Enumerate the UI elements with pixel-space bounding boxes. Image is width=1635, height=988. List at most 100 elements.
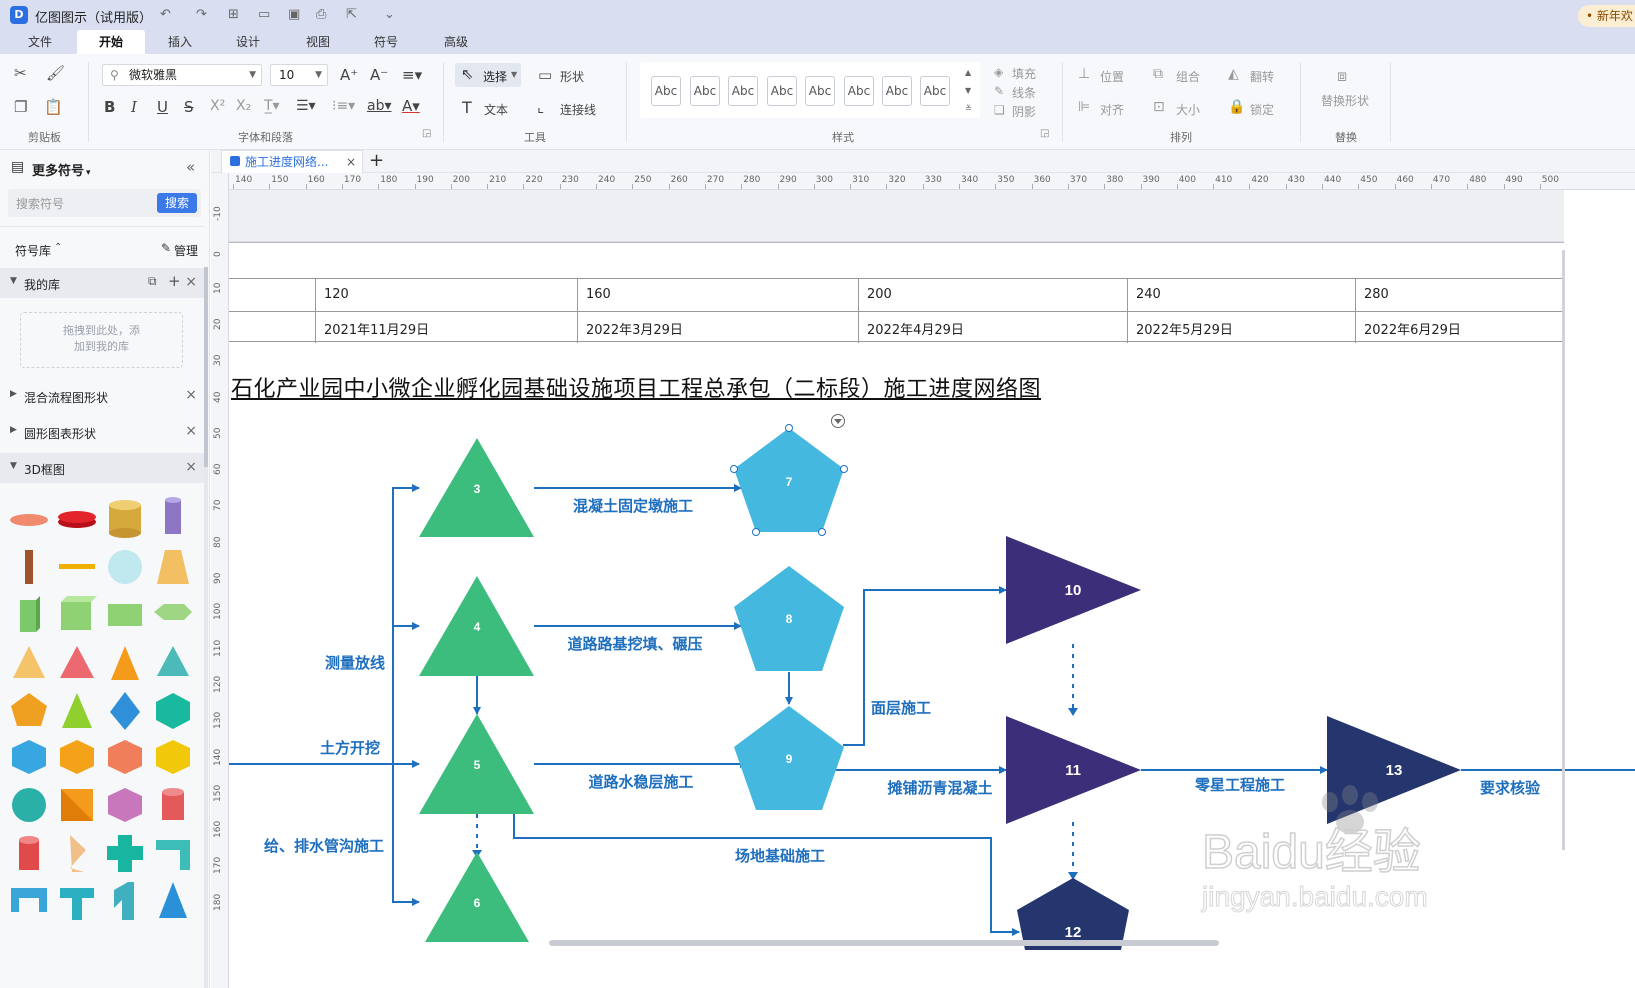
activity-label[interactable]: 土方开挖: [320, 739, 380, 757]
position-label[interactable]: 位置: [1100, 68, 1124, 85]
category-mixed-flowchart[interactable]: ▶ 混合流程图形状 ×: [0, 381, 205, 411]
export-icon[interactable]: ⇱: [346, 7, 357, 22]
select-tool-button[interactable]: ⇖ 选择 ▼: [455, 63, 521, 87]
search-button[interactable]: 搜索: [157, 193, 197, 213]
expand-dialog-icon[interactable]: ◲: [422, 128, 431, 139]
3d-pentagon-orange-icon[interactable]: [11, 693, 47, 726]
node-10[interactable]: 10: [1006, 536, 1141, 644]
activity-label[interactable]: 道路路基挖填、碾压: [567, 635, 702, 653]
style-sample[interactable]: Abc: [844, 76, 874, 106]
symbol-search-box[interactable]: 搜索符号 搜索: [8, 189, 201, 217]
close-icon[interactable]: ×: [185, 459, 197, 475]
replace-shape-icon[interactable]: ⧈: [1337, 66, 1347, 86]
style-sample[interactable]: Abc: [805, 76, 835, 106]
my-library-header[interactable]: ▼ 我的库 ⧉ + ×: [0, 268, 205, 298]
superscript-icon[interactable]: X²: [210, 98, 225, 114]
3d-cylinder-red-icon[interactable]: [162, 788, 184, 820]
align-text-icon[interactable]: ≡▾: [402, 66, 422, 84]
collapse-panel-icon[interactable]: «: [186, 158, 195, 176]
flip-icon[interactable]: ◭: [1228, 66, 1239, 82]
scroll-up-icon[interactable]: ▲: [965, 68, 971, 77]
underline-icon[interactable]: U: [157, 98, 168, 116]
category-circular-chart[interactable]: ▶ 圆形图表形状 ×: [0, 417, 205, 447]
dropdown-handle-icon[interactable]: [831, 414, 845, 428]
new-file-icon[interactable]: ⊞: [228, 7, 239, 22]
3d-icosahedron-orange-icon[interactable]: [60, 740, 94, 774]
3d-hex-slab-icon[interactable]: [154, 604, 192, 620]
add-tab-button[interactable]: +: [369, 150, 384, 172]
3d-cone-frustum-icon[interactable]: [157, 550, 189, 584]
connector-icon[interactable]: ⌞: [537, 98, 544, 116]
tab-insert[interactable]: 插入: [152, 30, 208, 54]
3d-pyramid-teal-icon[interactable]: [157, 646, 189, 676]
3d-cross-icon[interactable]: [107, 835, 143, 872]
cut-icon[interactable]: ✂: [14, 64, 27, 82]
3d-pyramid-yellow-icon[interactable]: [13, 646, 45, 678]
3d-cuboid-icon[interactable]: [20, 596, 40, 632]
bullet-list-icon[interactable]: ⁝≡▾: [332, 98, 355, 114]
3d-dodecahedron-icon[interactable]: [156, 693, 190, 729]
activity-label[interactable]: 测量放线: [325, 654, 385, 672]
save-icon[interactable]: ▣: [288, 7, 300, 22]
node-11[interactable]: 11: [1006, 716, 1141, 824]
fill-icon[interactable]: ◈: [994, 65, 1003, 79]
style-sample[interactable]: Abc: [728, 76, 758, 106]
arrow-5-to-12[interactable]: [513, 814, 1020, 936]
3d-octahedron-icon[interactable]: [61, 789, 93, 821]
3d-elbow-icon[interactable]: [156, 840, 190, 870]
line-label[interactable]: 线条: [1012, 84, 1036, 101]
activity-label[interactable]: 给、排水管沟施工: [264, 837, 384, 855]
3d-pyramid-orange-icon[interactable]: [111, 646, 139, 680]
3d-pillar-icon[interactable]: [25, 550, 33, 584]
3d-twist-icon[interactable]: [70, 835, 86, 872]
scroll-down-icon[interactable]: ▼: [965, 86, 971, 95]
format-painter-icon[interactable]: 🖌: [46, 64, 65, 82]
activity-label[interactable]: 场地基础施工: [735, 847, 825, 865]
fill-label[interactable]: 填充: [1012, 65, 1036, 82]
text-case-icon[interactable]: T̲▾: [264, 98, 280, 114]
3d-cone-blue-icon[interactable]: [159, 882, 187, 918]
tab-advanced[interactable]: 高级: [428, 30, 484, 54]
lock-icon[interactable]: 🔒: [1228, 99, 1245, 115]
3d-polyhedron-salmon-icon[interactable]: [108, 740, 142, 774]
import-icon[interactable]: ⧉: [148, 274, 157, 289]
strikethrough-icon[interactable]: S: [184, 98, 194, 116]
panel-scrollbar-thumb[interactable]: [204, 267, 208, 467]
my-library-drop-zone[interactable]: 拖拽到此处，添 加到我的库: [20, 312, 183, 368]
text-tool-label[interactable]: 文本: [484, 101, 508, 118]
activity-label[interactable]: 混凝土固定墩施工: [573, 497, 693, 515]
more-symbols-dropdown[interactable]: 更多符号 ▾: [32, 160, 91, 179]
decrease-font-icon[interactable]: A⁻: [370, 66, 388, 84]
manage-icon[interactable]: ✎: [161, 241, 171, 255]
arrow-9-to-10[interactable]: [843, 586, 1007, 746]
more-styles-icon[interactable]: ≚: [965, 104, 972, 113]
3d-pyramid-green-icon[interactable]: [62, 693, 92, 728]
line-icon[interactable]: ✎: [994, 84, 1004, 98]
3d-icosahedron-blue-icon[interactable]: [12, 740, 46, 774]
text-tool-icon[interactable]: T: [462, 98, 472, 117]
font-size-select[interactable]: 10 ▼: [270, 64, 328, 86]
paste-icon[interactable]: 📋: [44, 98, 63, 116]
3d-cylinder-gold-icon[interactable]: [109, 500, 141, 538]
align-label[interactable]: 对齐: [1100, 101, 1124, 118]
3d-hex-prism-icon[interactable]: [108, 788, 142, 822]
3d-cylinder-small-red-icon[interactable]: [19, 836, 39, 870]
print-icon[interactable]: ⎙: [316, 7, 326, 22]
connector-label[interactable]: 连接线: [560, 101, 596, 118]
3d-slab-icon[interactable]: [108, 604, 142, 626]
open-folder-icon[interactable]: ▭: [258, 7, 270, 22]
style-sample[interactable]: Abc: [767, 76, 797, 106]
tab-symbols[interactable]: 符号: [358, 30, 414, 54]
3d-bar-icon[interactable]: [59, 564, 95, 569]
category-3d-blocks[interactable]: ▼ 3D框图 ×: [0, 453, 205, 483]
activity-label[interactable]: 摊铺沥青混凝土: [887, 779, 992, 797]
style-sample[interactable]: Abc: [920, 76, 950, 106]
font-family-select[interactable]: ⚲ 微软雅黑 ▼: [102, 64, 262, 86]
tab-design[interactable]: 设计: [220, 30, 276, 54]
align-icon[interactable]: ⊫: [1078, 99, 1090, 115]
style-sample[interactable]: Abc: [690, 76, 720, 106]
node-3[interactable]: 3: [419, 438, 534, 537]
italic-icon[interactable]: I: [131, 98, 137, 116]
close-tab-icon[interactable]: ×: [346, 151, 356, 173]
add-icon[interactable]: +: [168, 272, 181, 290]
